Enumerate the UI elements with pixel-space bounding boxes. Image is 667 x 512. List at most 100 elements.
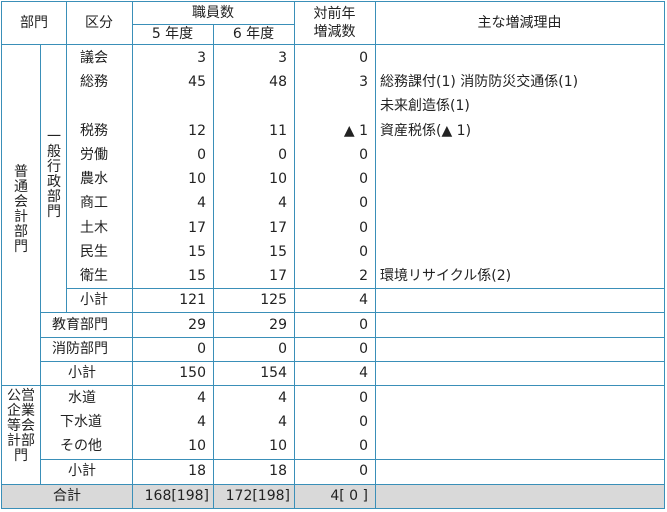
enterprise-row-name: 下水道 xyxy=(60,414,102,430)
education-top-line xyxy=(40,312,664,313)
row-reason: 総務課付(1) 消防防災交通係(1) xyxy=(380,74,579,90)
row-diff: 0 xyxy=(359,50,368,66)
row-fy5: 12 xyxy=(188,123,206,139)
row-diff: ▲ 1 xyxy=(343,123,368,139)
row-diff: 0 xyxy=(359,220,368,236)
row-fy5: 45 xyxy=(188,74,206,90)
reason-left-line xyxy=(375,2,376,509)
fire-fy5: 0 xyxy=(197,341,206,357)
enterprise-row-fy5: 10 xyxy=(188,438,206,454)
fire-diff: 0 xyxy=(359,341,368,357)
fy6-left-line xyxy=(213,24,214,509)
admin-subtotal-label: 小計 xyxy=(80,292,108,308)
total-diff: 4[ 0 ] xyxy=(330,488,368,504)
general-subtotal-label: 小計 xyxy=(68,365,96,381)
row-fy6: 15 xyxy=(269,244,287,260)
total-fy6: 172[198] xyxy=(225,488,290,504)
fire-fy6: 0 xyxy=(278,341,287,357)
row-fy5: 15 xyxy=(188,268,206,284)
education-label: 教育部門 xyxy=(52,317,108,333)
row-name: 農水 xyxy=(80,171,108,187)
row-fy6: 10 xyxy=(269,171,287,187)
row-diff: 0 xyxy=(359,171,368,187)
enterprise-subtotal-top-line xyxy=(40,459,664,460)
header-reason: 主な増減理由 xyxy=(477,15,562,31)
enterprise-subtotal-label: 小計 xyxy=(68,463,96,479)
enterprise-top-line xyxy=(2,385,664,386)
enterprise-row-diff: 0 xyxy=(359,414,368,430)
row-diff: 0 xyxy=(359,195,368,211)
enterprise-row-fy6: 4 xyxy=(278,414,287,430)
header-dept: 部門 xyxy=(20,15,48,31)
row-fy5: 3 xyxy=(197,50,206,66)
header-yoy-line2: 増減数 xyxy=(313,24,356,40)
staff-count-table: 部門 区分 職員数 5 年度 6 年度 対前年 増減数 主な増減理由 普通会計部… xyxy=(1,1,665,509)
group-public-enterprise: 公営企業等会計部門 xyxy=(7,388,35,464)
enterprise-row-fy6: 10 xyxy=(269,438,287,454)
row-diff: 0 xyxy=(359,147,368,163)
row-name: 衛生 xyxy=(80,268,108,284)
row-name: 民生 xyxy=(80,244,108,260)
admin-subtotal-top-line xyxy=(66,288,664,289)
enterprise-row-diff: 0 xyxy=(359,438,368,454)
row-fy6: 4 xyxy=(278,195,287,211)
row-reason: 環境リサイクル係(2) xyxy=(380,268,512,284)
row-reason: 資産税係(▲ 1) xyxy=(380,123,472,139)
fire-top-line xyxy=(40,337,664,338)
row-name: 議会 xyxy=(80,50,108,66)
education-fy5: 29 xyxy=(188,317,206,333)
row-fy6: 3 xyxy=(278,50,287,66)
education-diff: 0 xyxy=(359,317,368,333)
row-fy5: 15 xyxy=(188,244,206,260)
enterprise-row-name: 水道 xyxy=(68,390,96,406)
admin-subtotal-fy5: 121 xyxy=(179,292,206,308)
dept-col-line xyxy=(40,44,41,485)
fire-label: 消防部門 xyxy=(52,341,108,357)
education-fy6: 29 xyxy=(269,317,287,333)
row-fy5: 0 xyxy=(197,147,206,163)
row-name: 総務 xyxy=(80,74,108,90)
header-bottom-line xyxy=(2,44,664,45)
row-name: 労働 xyxy=(80,147,108,163)
row-diff: 0 xyxy=(359,244,368,260)
group-general-admin: 一般行政部門 xyxy=(47,129,61,220)
row-reason: 未来創造係(1) xyxy=(380,98,470,114)
header-fy6: 6 年度 xyxy=(232,26,275,42)
row-name: 商工 xyxy=(80,195,108,211)
row-fy5: 17 xyxy=(188,220,206,236)
row-diff: 3 xyxy=(359,74,368,90)
row-name: 税務 xyxy=(80,123,108,139)
admin-col-line xyxy=(66,44,67,312)
general-subtotal-fy6: 154 xyxy=(260,365,287,381)
total-fy5: 168[198] xyxy=(144,488,209,504)
header-staff: 職員数 xyxy=(192,5,234,21)
total-top-line xyxy=(2,484,664,485)
admin-subtotal-diff: 4 xyxy=(359,292,368,308)
enterprise-subtotal-diff: 0 xyxy=(359,463,368,479)
enterprise-subtotal-fy5: 18 xyxy=(188,463,206,479)
enterprise-row-fy5: 4 xyxy=(197,414,206,430)
row-fy6: 11 xyxy=(269,123,287,139)
staff-table-page: 部門 区分 職員数 5 年度 6 年度 対前年 増減数 主な増減理由 普通会計部… xyxy=(0,0,667,512)
enterprise-subtotal-fy6: 18 xyxy=(269,463,287,479)
row-fy6: 0 xyxy=(278,147,287,163)
row-name: 土木 xyxy=(80,220,108,236)
group-general-account: 普通会計部門 xyxy=(14,164,28,255)
row-fy6: 48 xyxy=(269,74,287,90)
header-yoy-line1: 対前年 xyxy=(313,6,356,22)
enterprise-row-fy6: 4 xyxy=(278,390,287,406)
enterprise-row-fy5: 4 xyxy=(197,390,206,406)
enterprise-row-name: その他 xyxy=(60,438,102,454)
row-fy5: 10 xyxy=(188,171,206,187)
row-diff: 2 xyxy=(359,268,368,284)
row-fy6: 17 xyxy=(269,268,287,284)
header-fy5: 5 年度 xyxy=(151,26,194,42)
header-kubun: 区分 xyxy=(85,15,113,31)
row-fy5: 4 xyxy=(197,195,206,211)
row-fy6: 17 xyxy=(269,220,287,236)
general-subtotal-diff: 4 xyxy=(359,365,368,381)
total-label: 合計 xyxy=(53,488,81,504)
admin-subtotal-fy6: 125 xyxy=(260,292,287,308)
enterprise-row-diff: 0 xyxy=(359,390,368,406)
general-subtotal-top-line xyxy=(40,361,664,362)
